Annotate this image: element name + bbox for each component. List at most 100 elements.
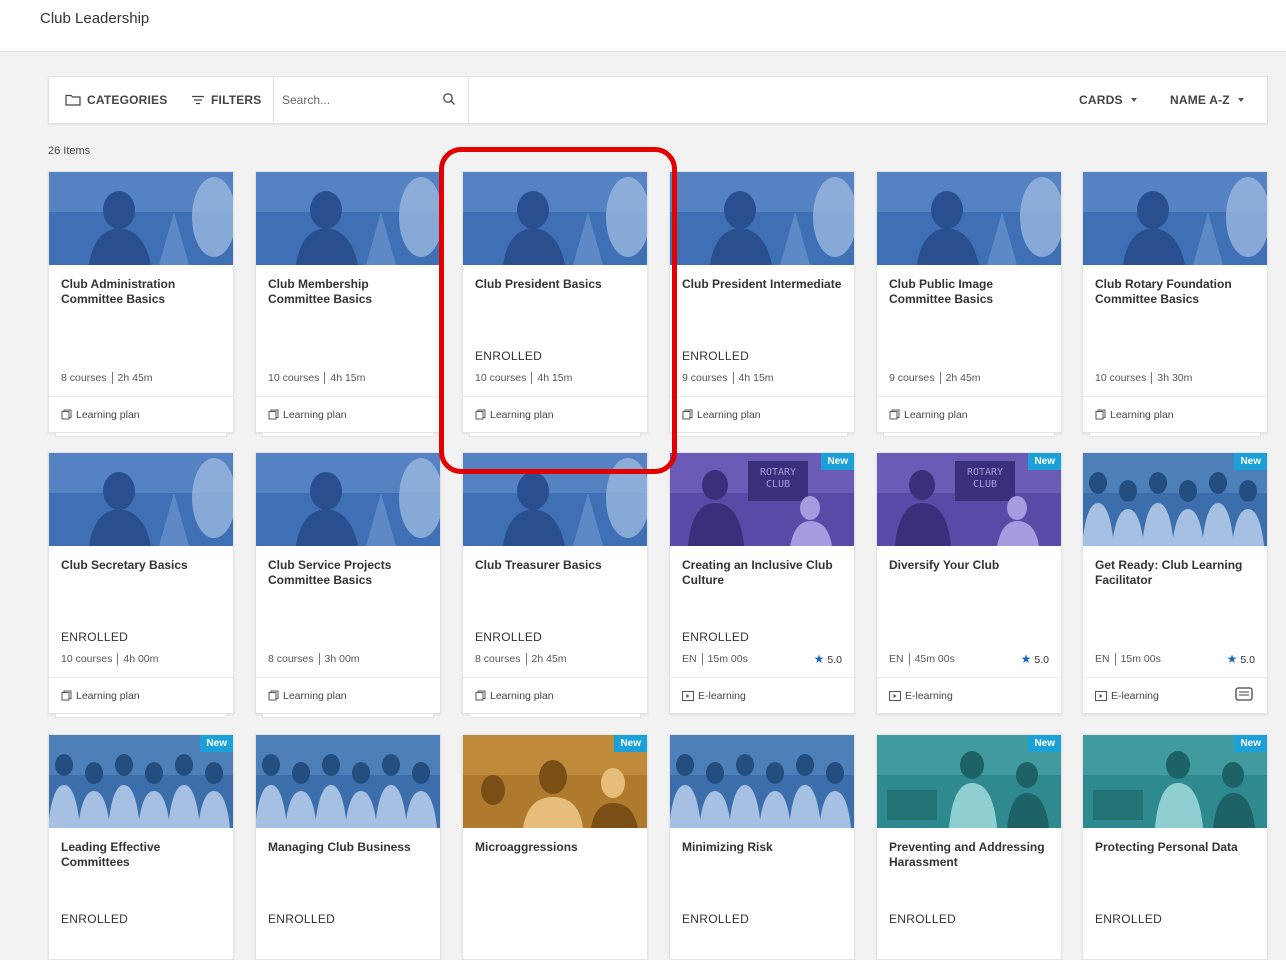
enrollment-status: ENROLLED xyxy=(475,349,543,363)
header-bar: Club Leadership xyxy=(0,0,1286,52)
view-mode-label: CARDS xyxy=(1079,93,1123,107)
svg-text:ROTARY: ROTARY xyxy=(967,467,1003,478)
card-body: Club President Basics ENROLLED 10 courses 4… xyxy=(463,265,647,396)
card-footer: Learning plan xyxy=(1083,396,1267,432)
course-meta: 8 courses 2h 45m xyxy=(61,372,153,385)
card-body: Minimizing Risk ENROLLED xyxy=(670,828,854,959)
course-card[interactable]: Club Public Image Committee Basics 9 cour… xyxy=(876,171,1062,437)
course-card[interactable]: Minimizing Risk ENROLLED xyxy=(669,734,855,960)
course-card[interactable]: New Preventing and Addressing Harassment… xyxy=(876,734,1062,960)
course-type: E-learning xyxy=(698,689,746,702)
chevron-down-icon xyxy=(1130,98,1137,102)
course-card[interactable]: Club Rotary Foundation Committee Basics 1… xyxy=(1082,171,1268,437)
card-body: Protecting Personal Data ENROLLED xyxy=(1083,828,1267,959)
card-body: Creating an Inclusive Club Culture ENROLL… xyxy=(670,546,854,677)
new-badge: New xyxy=(1234,453,1267,470)
card-stack-shadow xyxy=(262,714,434,718)
course-thumbnail: ROTARY CLUB New xyxy=(877,453,1061,546)
course-card[interactable]: Club Service Projects Committee Basics 8 … xyxy=(255,452,441,718)
course-type: Learning plan xyxy=(76,408,140,421)
course-card[interactable]: Managing Club Business ENROLLED xyxy=(255,734,441,960)
course-thumbnail: New xyxy=(463,735,647,828)
meta-duration: 4h 15m xyxy=(537,372,573,384)
categories-button[interactable]: CATEGORIES xyxy=(65,77,167,123)
card-body: Preventing and Addressing Harassment ENRO… xyxy=(877,828,1061,959)
meta-separator xyxy=(318,653,320,666)
card-footer: Learning plan xyxy=(670,396,854,432)
course-title: Club President Basics xyxy=(475,277,602,291)
card-body: Diversify Your Club EN 45m 00s ★ 5.0 xyxy=(877,546,1061,677)
card-stack-shadow xyxy=(883,433,1055,437)
course-meta: EN 45m 00s xyxy=(889,653,955,666)
meta-duration: 15m 00s xyxy=(1120,653,1161,665)
course-type: Learning plan xyxy=(490,408,554,421)
card-body: Club Public Image Committee Basics 9 cour… xyxy=(877,265,1061,396)
view-mode-dropdown[interactable]: CARDS xyxy=(1079,77,1137,123)
course-card[interactable]: Club Administration Committee Basics 8 co… xyxy=(48,171,234,437)
course-thumbnail xyxy=(670,735,854,828)
categories-label: CATEGORIES xyxy=(87,93,168,107)
meta-duration: 3h 30m xyxy=(1157,372,1193,384)
course-card[interactable]: ROTARY CLUB New Creating an Inclusive Cl… xyxy=(669,452,855,714)
course-card[interactable]: Club Membership Committee Basics 10 cours… xyxy=(255,171,441,437)
course-card[interactable]: Club President Basics ENROLLED 10 courses 4… xyxy=(462,171,648,437)
course-card[interactable]: New Leading Effective Committees ENROLLED xyxy=(48,734,234,960)
course-title: Microaggressions xyxy=(475,840,578,854)
card-body: Club Secretary Basics ENROLLED 10 courses 4… xyxy=(49,546,233,677)
course-meta: 8 courses 2h 45m xyxy=(475,653,567,666)
course-title: Club Secretary Basics xyxy=(61,558,188,572)
card-footer: E-learning xyxy=(877,677,1061,713)
chat-icon[interactable] xyxy=(1235,687,1253,703)
enrollment-status: ENROLLED xyxy=(682,630,750,644)
e-learning-icon xyxy=(889,690,901,701)
card-footer: E-learning xyxy=(1083,677,1267,713)
course-thumbnail xyxy=(877,172,1061,265)
meta-left: 8 courses xyxy=(268,653,314,665)
course-card[interactable]: Club Treasurer Basics ENROLLED 8 courses 2h… xyxy=(462,452,648,718)
meta-separator xyxy=(701,653,703,666)
chevron-down-icon xyxy=(1237,98,1244,102)
course-card[interactable]: Club Secretary Basics ENROLLED 10 courses 4… xyxy=(48,452,234,718)
new-badge: New xyxy=(1028,735,1061,752)
enrollment-status: ENROLLED xyxy=(475,630,543,644)
meta-duration: 4h 15m xyxy=(738,372,774,384)
card-footer: Learning plan xyxy=(49,396,233,432)
course-title: Creating an Inclusive Club Culture xyxy=(682,558,833,587)
star-icon: ★ xyxy=(1020,652,1032,666)
folder-icon xyxy=(65,94,81,106)
course-rating: ★ 5.0 xyxy=(1021,652,1049,666)
course-card[interactable]: Club President Intermediate ENROLLED 9 cou… xyxy=(669,171,855,437)
sort-label: NAME A-Z xyxy=(1170,93,1230,107)
course-meta: 8 courses 3h 00m xyxy=(268,653,360,666)
rating-value: 5.0 xyxy=(1034,654,1049,666)
course-card[interactable]: New Get Ready: Club Learning Facilitator… xyxy=(1082,452,1268,714)
course-meta: 9 courses 2h 45m xyxy=(889,372,981,385)
course-title: Preventing and Addressing Harassment xyxy=(889,840,1045,869)
meta-duration: 15m 00s xyxy=(707,653,748,665)
card-body: Club President Intermediate ENROLLED 9 cou… xyxy=(670,265,854,396)
course-meta: 10 courses 4h 15m xyxy=(475,372,573,385)
course-title: Minimizing Risk xyxy=(682,840,773,854)
search-input[interactable] xyxy=(282,89,432,111)
meta-left: EN xyxy=(889,653,904,665)
learning-plan-icon xyxy=(61,690,72,701)
learning-plan-icon xyxy=(475,690,486,701)
enrollment-status: ENROLLED xyxy=(682,349,750,363)
catalog-toolbar: CATEGORIES FILTERS CARDS NAME A-Z xyxy=(48,76,1268,124)
course-card[interactable]: ROTARY CLUB New Diversify Your Club EN 45m… xyxy=(876,452,1062,714)
card-stack-shadow xyxy=(55,433,227,437)
course-card[interactable]: New Microaggressions xyxy=(462,734,648,960)
course-card[interactable]: New Protecting Personal Data ENROLLED xyxy=(1082,734,1268,960)
search-icon[interactable] xyxy=(442,92,456,106)
search-box xyxy=(273,77,469,123)
learning-plan-icon xyxy=(61,409,72,420)
e-learning-icon xyxy=(682,690,694,701)
course-title: Club Public Image Committee Basics xyxy=(889,277,994,306)
course-title: Club President Intermediate xyxy=(682,277,842,291)
course-title: Club Membership Committee Basics xyxy=(268,277,373,306)
new-badge: New xyxy=(1028,453,1061,470)
sort-dropdown[interactable]: NAME A-Z xyxy=(1170,77,1244,123)
course-thumbnail xyxy=(49,172,233,265)
course-meta: 10 courses 3h 30m xyxy=(1095,372,1193,385)
filters-button[interactable]: FILTERS xyxy=(191,77,262,123)
